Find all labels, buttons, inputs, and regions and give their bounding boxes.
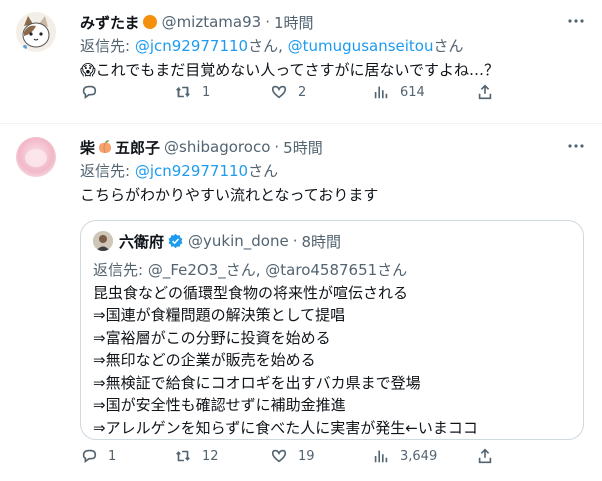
- reply-button[interactable]: [80, 83, 108, 101]
- quote-tweet[interactable]: 六衛府 @yukin_done · 8時間 返信先: @_Fe2O3_さん, @…: [80, 220, 584, 440]
- retweet-count: 12: [202, 448, 219, 464]
- cat-avatar-icon: [16, 12, 56, 52]
- reply-link[interactable]: @jcn92977110: [135, 37, 248, 55]
- retweet-icon: [176, 450, 190, 462]
- like-count: 2: [298, 84, 307, 100]
- quote-line: ⇒富裕層がこの分野に投資を始める: [93, 328, 331, 347]
- orange-circle-icon: [142, 15, 157, 29]
- share-button[interactable]: [476, 83, 494, 101]
- reply-context: 返信先: @jcn92977110さん, @tumugusanseitouさん: [80, 36, 586, 56]
- timestamp[interactable]: 5時間: [283, 137, 323, 158]
- share-icon: [478, 84, 492, 100]
- reply-icon: [82, 449, 97, 464]
- reply-prefix: 返信先:: [80, 37, 135, 55]
- like-button[interactable]: 19: [270, 447, 315, 465]
- separator: ·: [274, 138, 280, 156]
- quote-reply-context: 返信先: @_Fe2O3_さん, @taro4587651さん: [93, 261, 408, 279]
- quote-line: ⇒国連が食糧問題の解決策として提唱: [93, 306, 346, 324]
- like-button[interactable]: 2: [270, 83, 306, 101]
- timestamp[interactable]: 1時間: [274, 12, 314, 33]
- person-avatar-icon: [93, 231, 113, 251]
- avatar[interactable]: [16, 137, 56, 177]
- views-button[interactable]: 614: [372, 83, 425, 101]
- display-name-part[interactable]: 五郎子: [115, 137, 160, 158]
- retweet-count: 1: [202, 84, 211, 100]
- retweet-button[interactable]: 1: [174, 83, 210, 101]
- like-icon: [271, 449, 287, 463]
- separator: ·: [292, 232, 298, 250]
- tweet-header: みずたま @miztama93 · 1時間: [80, 12, 586, 32]
- scream-emoji: 😱: [80, 61, 96, 79]
- views-button[interactable]: 3,649: [372, 447, 437, 465]
- peach-icon: [99, 140, 112, 154]
- handle[interactable]: @shibagoroco: [164, 138, 270, 156]
- retweet-icon: [176, 86, 190, 98]
- reply-context: 返信先: @jcn92977110さん: [80, 161, 586, 181]
- reply-icon: [82, 85, 97, 100]
- separator: ·: [265, 13, 270, 31]
- quote-display-name: 六衛府: [119, 232, 165, 251]
- reply-prefix: 返信先:: [80, 162, 135, 180]
- quote-line: ⇒無印などの企業が販売を始める: [93, 351, 316, 369]
- quote-timestamp: 8時間: [301, 232, 342, 251]
- display-name[interactable]: みずたま: [80, 12, 140, 33]
- like-icon: [271, 85, 287, 99]
- views-icon: [374, 450, 388, 463]
- tweet-text: こちらがわかりやすい流れとなっております: [80, 186, 379, 204]
- tweet-body: これでもまだ目覚めない人ってさすがに居ないですよね…？: [95, 61, 499, 79]
- reply-suffix: さん: [433, 37, 464, 55]
- tweet[interactable]: みずたま @miztama93 · 1時間 返信先: @jcn92977110さ…: [0, 0, 602, 124]
- reply-link[interactable]: @jcn92977110: [135, 162, 248, 180]
- more-icon[interactable]: [566, 12, 586, 32]
- more-icon[interactable]: [566, 137, 586, 157]
- blurred-avatar-icon: [16, 137, 56, 177]
- retweet-button[interactable]: 12: [174, 447, 219, 465]
- display-name-part[interactable]: 柴: [80, 137, 95, 158]
- view-count: 614: [400, 84, 425, 100]
- share-icon: [478, 448, 492, 464]
- reply-suffix: さん: [248, 162, 279, 180]
- share-button[interactable]: [476, 447, 494, 465]
- avatar[interactable]: [16, 12, 56, 52]
- tweet-header: 柴 五郎子 @shibagoroco · 5時間: [80, 137, 586, 157]
- reply-separator: さん,: [248, 37, 288, 55]
- tweet-text: 😱これでもまだ目覚めない人ってさすがに居ないですよね…？: [80, 60, 586, 80]
- quote-line: ⇒アレルゲンを知らずに食べた人に実害が発生←いまココ: [93, 418, 478, 437]
- quote-body: 返信先: @_Fe2O3_さん, @taro4587651さん 昆虫食などの循環…: [93, 259, 571, 439]
- views-icon: [374, 86, 388, 99]
- quote-handle: @yukin_done: [188, 232, 289, 250]
- like-count: 19: [298, 448, 315, 464]
- handle[interactable]: @miztama93: [162, 13, 262, 31]
- quote-line: ⇒国が安全性も確認せずに補助金推進: [93, 396, 346, 414]
- verified-icon: [168, 233, 183, 248]
- tweet[interactable]: 柴 五郎子 @shibagoroco · 5時間 返信先: @jcn929771…: [0, 125, 602, 481]
- reply-button[interactable]: 1: [80, 447, 116, 465]
- reply-link[interactable]: @tumugusanseitou: [288, 37, 434, 55]
- quote-line: 昆虫食などの循環型食物の将来性が喧伝される: [93, 283, 409, 302]
- reply-count: 1: [108, 448, 117, 464]
- quote-avatar: [93, 231, 113, 251]
- quote-line: ⇒無検証で給食にコオロギを出すバカ県まで登場: [93, 373, 421, 392]
- view-count: 3,649: [400, 448, 438, 464]
- quote-header: 六衛府 @yukin_done · 8時間: [93, 231, 341, 251]
